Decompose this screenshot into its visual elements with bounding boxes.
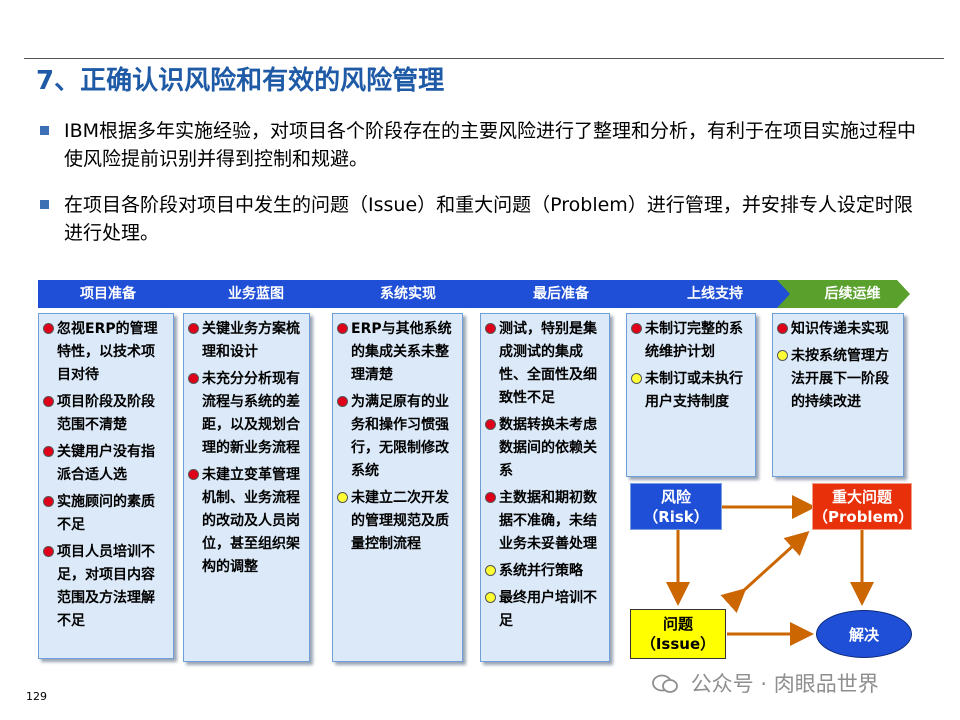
risk-box-title: 风险	[660, 488, 691, 506]
solve-ellipse: 解决	[816, 610, 912, 658]
solve-label: 解决	[848, 626, 879, 644]
page-number: 129	[26, 690, 47, 703]
risk-box-subtitle: （Risk）	[643, 508, 709, 526]
issue-box: 问题 （Issue）	[630, 609, 726, 659]
risk-box: 风险 （Risk）	[630, 483, 722, 530]
arrow-issue-problem-bidir	[720, 530, 810, 613]
problem-box-title: 重大问题	[831, 488, 892, 506]
wechat-icon	[652, 674, 678, 694]
watermark-text: 公众号 · 肉眼品世界	[690, 672, 879, 696]
problem-box: 重大问题 （Problem）	[812, 483, 914, 530]
watermark: 公众号 · 肉眼品世界	[652, 668, 879, 698]
flow-arrows	[666, 495, 874, 646]
issue-box-title: 问题	[662, 615, 693, 633]
problem-box-subtitle: （Problem）	[813, 508, 914, 526]
issue-box-subtitle: （Issue）	[640, 635, 716, 653]
